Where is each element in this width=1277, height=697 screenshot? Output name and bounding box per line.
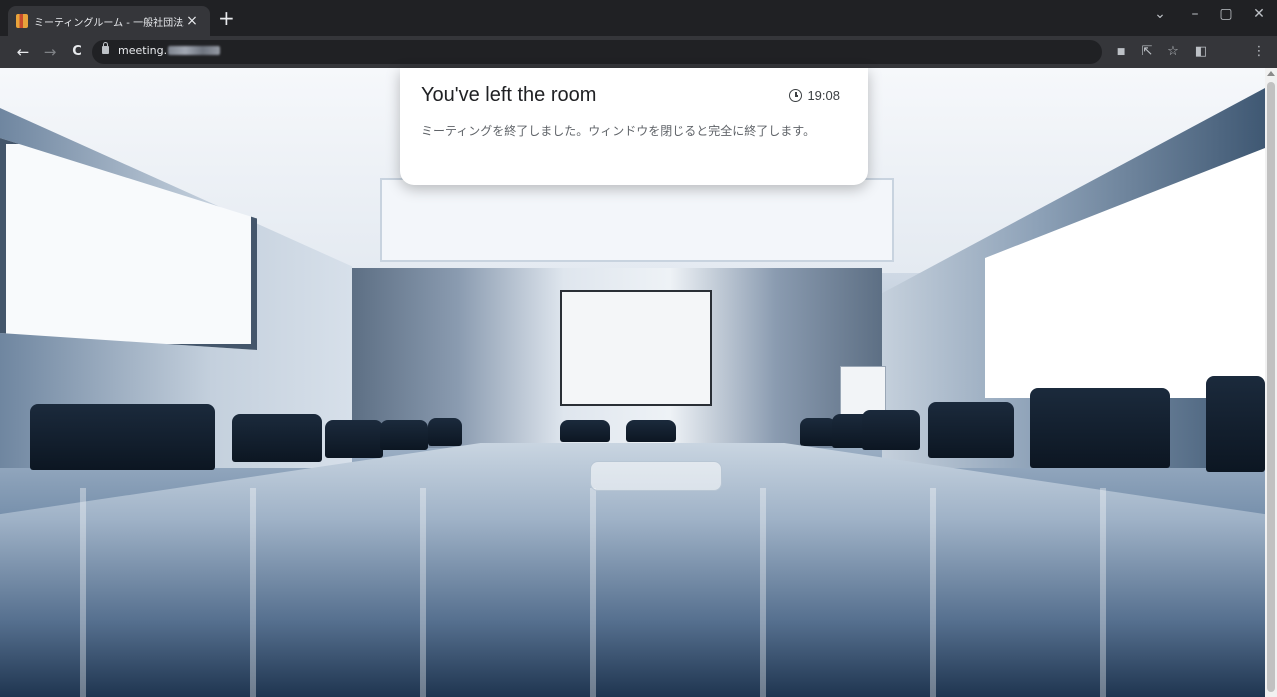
table-reflection xyxy=(0,488,1265,697)
browser-toolbar: ← → C meeting. ■ ⇱ ☆ ◧ ⋮ xyxy=(0,36,1277,68)
tab-meeting-room[interactable]: ミーティングルーム - 一般社団法人日 × xyxy=(8,6,210,36)
chair xyxy=(428,418,462,446)
site-favicon-icon xyxy=(16,14,28,28)
chair xyxy=(325,420,383,458)
new-tab-button[interactable]: + xyxy=(218,6,235,30)
chair xyxy=(232,414,322,462)
clock-icon xyxy=(789,89,803,102)
chair xyxy=(800,418,836,446)
scroll-up-arrow-icon[interactable] xyxy=(1267,71,1275,76)
ceiling-recess xyxy=(380,178,894,262)
chair xyxy=(1206,376,1265,472)
restore-button[interactable]: ▢ xyxy=(1214,6,1238,22)
url-text[interactable]: meeting. xyxy=(118,44,221,57)
camera-icon[interactable]: ■ xyxy=(1112,44,1130,60)
browser-menu-icon[interactable]: ⋮ xyxy=(1250,44,1268,60)
notification-message: ミーティングを終了しました。ウィンドウを閉じると完全に終了します。 xyxy=(421,124,816,138)
address-bar[interactable]: meeting. xyxy=(92,40,1102,64)
notification-title: You've left the room xyxy=(421,84,597,106)
minimize-button[interactable]: – xyxy=(1183,6,1207,22)
projection-screen xyxy=(560,290,712,406)
chair xyxy=(928,402,1014,458)
lock-icon[interactable] xyxy=(102,42,109,54)
chair xyxy=(1030,388,1170,468)
forward-button[interactable]: → xyxy=(39,42,61,62)
tab-close-icon[interactable]: × xyxy=(184,13,200,29)
left-room-notification: You've left the room 19:08 ミーティングを終了しました… xyxy=(400,68,868,185)
chair xyxy=(560,420,610,442)
chair xyxy=(626,420,676,442)
back-button[interactable]: ← xyxy=(12,42,34,62)
reload-button[interactable]: C xyxy=(66,42,88,62)
close-window-button[interactable]: ✕ xyxy=(1247,6,1271,22)
glass-ashtray xyxy=(590,461,722,491)
time-text: 19:08 xyxy=(807,88,840,103)
bookmark-star-icon[interactable]: ☆ xyxy=(1164,44,1182,60)
chair xyxy=(380,420,428,450)
tab-title: ミーティングルーム - 一般社団法人日 xyxy=(34,17,184,29)
page-scrollbar[interactable] xyxy=(1265,68,1277,697)
redacted-domain xyxy=(168,46,221,55)
share-icon[interactable]: ⇱ xyxy=(1138,44,1156,60)
scrollbar-thumb[interactable] xyxy=(1267,82,1275,692)
chair xyxy=(30,404,215,470)
tab-strip: ミーティングルーム - 一般社団法人日 × + ⌄ – ▢ ✕ xyxy=(0,0,1277,36)
notification-time: 19:08 xyxy=(789,88,840,103)
tab-search-icon[interactable]: ⌄ xyxy=(1148,6,1172,22)
side-panel-icon[interactable]: ◧ xyxy=(1192,44,1210,60)
chair xyxy=(862,410,920,450)
